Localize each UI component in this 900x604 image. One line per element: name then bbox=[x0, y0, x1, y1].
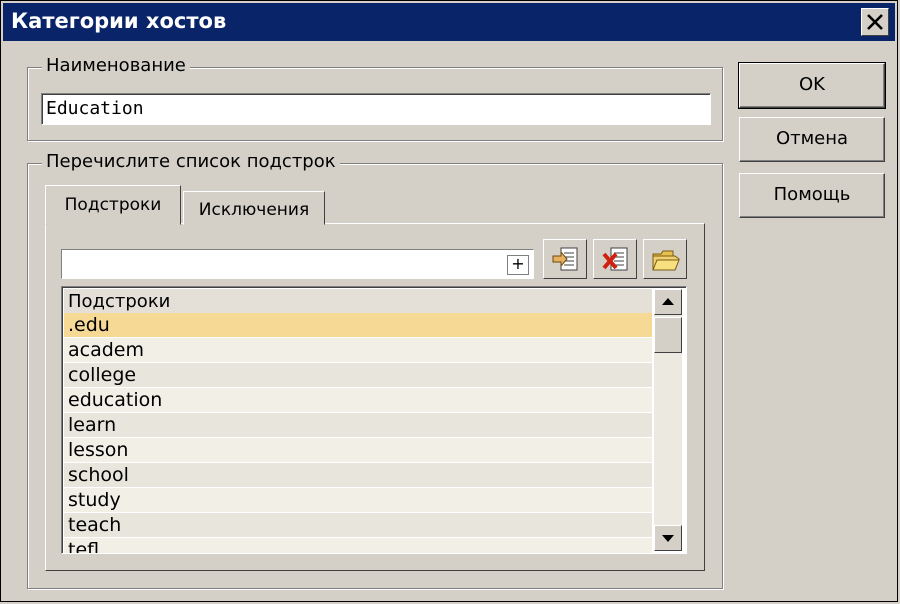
cancel-button[interactable]: Отмена bbox=[739, 117, 885, 162]
ok-button[interactable]: OK bbox=[738, 62, 886, 109]
list-item[interactable]: academ bbox=[64, 338, 652, 363]
scroll-thumb[interactable] bbox=[654, 317, 682, 353]
delete-item-button[interactable] bbox=[593, 239, 637, 279]
list-item[interactable]: tefl bbox=[64, 538, 652, 553]
list-item[interactable]: teach bbox=[64, 513, 652, 538]
scroll-down-button[interactable] bbox=[654, 525, 682, 551]
open-folder-button[interactable] bbox=[643, 239, 687, 279]
add-substring-input[interactable]: + bbox=[61, 249, 534, 279]
list-item[interactable]: lesson bbox=[64, 438, 652, 463]
tab-exclusions[interactable]: Исключения bbox=[183, 191, 325, 225]
list-item[interactable]: learn bbox=[64, 413, 652, 438]
list-scrollbar[interactable] bbox=[654, 289, 682, 551]
list-item[interactable]: college bbox=[64, 363, 652, 388]
title-bar[interactable]: Категории хостов bbox=[3, 3, 895, 41]
arrow-up-icon bbox=[662, 298, 674, 305]
name-input[interactable]: Education bbox=[41, 93, 711, 125]
dialog-window: Категории хостов Наименование Education … bbox=[0, 0, 898, 602]
close-icon bbox=[867, 14, 883, 30]
substrings-group-title: Перечислите список подстрок bbox=[42, 151, 340, 172]
open-folder-icon bbox=[652, 250, 680, 271]
name-group-title: Наименование bbox=[42, 55, 190, 76]
help-button[interactable]: Помощь bbox=[739, 173, 885, 218]
scroll-up-button[interactable] bbox=[654, 289, 682, 315]
arrow-down-icon bbox=[662, 535, 674, 542]
tab-substrings[interactable]: Подстроки bbox=[45, 185, 181, 225]
substrings-list[interactable]: Подстроки .edu academ college education … bbox=[61, 286, 687, 554]
list-rows: .edu academ college education learn less… bbox=[64, 313, 652, 553]
list-item[interactable]: study bbox=[64, 488, 652, 513]
close-button[interactable] bbox=[861, 8, 889, 36]
add-substring-plus[interactable]: + bbox=[507, 255, 529, 275]
list-item[interactable]: .edu bbox=[64, 313, 652, 338]
list-column-header[interactable]: Подстроки bbox=[64, 289, 652, 313]
list-item[interactable]: education bbox=[64, 388, 652, 413]
add-item-icon bbox=[552, 247, 578, 271]
list-item[interactable]: school bbox=[64, 463, 652, 488]
add-item-button[interactable] bbox=[543, 239, 587, 279]
window-title: Категории хостов bbox=[11, 9, 227, 33]
delete-item-icon bbox=[602, 247, 628, 271]
